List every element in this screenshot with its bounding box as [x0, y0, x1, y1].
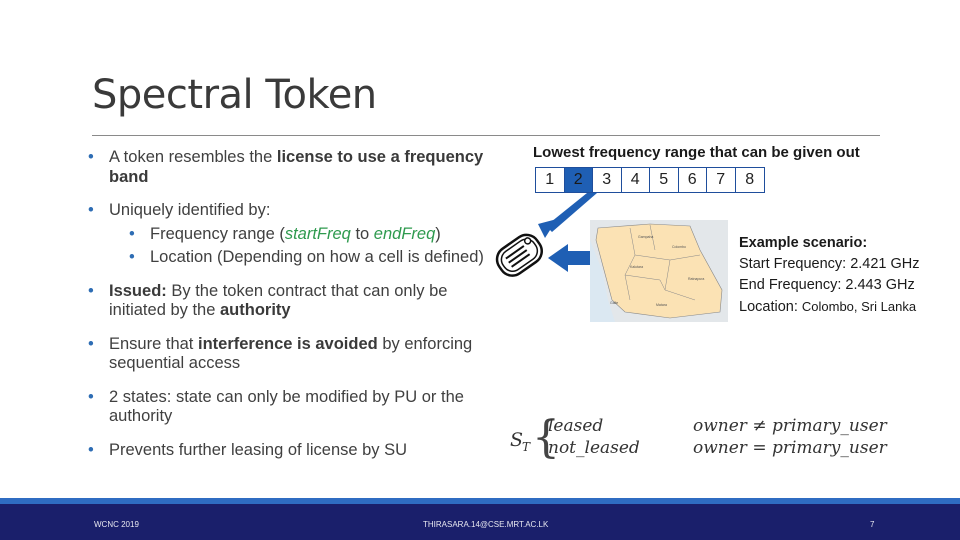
formula-subscript: T: [522, 440, 531, 454]
formula-state-not-leased: not_leased: [548, 438, 640, 458]
svg-text:Colombo: Colombo: [672, 245, 686, 249]
scenario-end-frequency: End Frequency: 2.443 GHz: [739, 277, 915, 293]
token-tag-icon: [495, 233, 543, 277]
scenario-location: Location: Colombo, Sri Lanka: [739, 299, 917, 315]
example-scenario: Example scenario: Start Frequency: 2.421…: [739, 233, 920, 318]
footer-bar: WCNC 2019 THIRASARA.14@CSE.MRT.AC.LK 7: [0, 504, 960, 540]
svg-text:Ratnapura: Ratnapura: [688, 277, 704, 281]
footer-email: THIRASARA.14@CSE.MRT.AC.LK: [423, 520, 549, 529]
formula-condition-leased: owner ≠ primary_user: [693, 416, 887, 436]
formula-state-leased: leased: [548, 416, 604, 436]
svg-text:Gampaha: Gampaha: [638, 235, 653, 239]
svg-text:Kalutara: Kalutara: [630, 265, 643, 269]
scenario-heading: Example scenario:: [739, 235, 868, 251]
page-number: 7: [870, 520, 875, 529]
svg-text:Matara: Matara: [656, 303, 667, 307]
svg-text:Galle: Galle: [610, 301, 618, 305]
arrow-cell-to-token-icon: [538, 193, 597, 238]
district-map-image: Gampaha Colombo Kalutara Ratnapura Galle Mat…: [590, 220, 728, 322]
state-formula: S T { leased not_leased owner ≠ primary_…: [510, 412, 890, 466]
footer-conference: WCNC 2019: [94, 520, 139, 529]
map-graphic: Gampaha Colombo Kalutara Ratnapura Galle Mat…: [590, 220, 728, 322]
scenario-start-frequency: Start Frequency: 2.421 GHz: [739, 256, 920, 272]
formula-condition-not-leased: owner = primary_user: [693, 438, 887, 458]
